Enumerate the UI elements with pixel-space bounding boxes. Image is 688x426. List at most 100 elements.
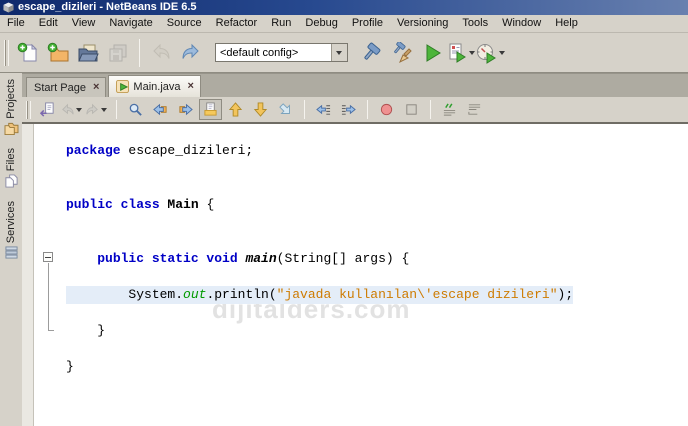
code-line-13[interactable]: } (66, 358, 688, 376)
editor-toolbar-grip[interactable] (26, 101, 31, 119)
close-tab-icon[interactable]: × (188, 81, 194, 92)
code-line-12[interactable] (66, 340, 688, 358)
code-area[interactable]: package escape_dizileri;public class Mai… (22, 124, 688, 376)
menu-source[interactable]: Source (160, 15, 209, 32)
sidebar-tab-projects[interactable]: Projects (4, 79, 19, 135)
last-edit-button[interactable] (36, 99, 59, 120)
projects-icon (4, 122, 19, 135)
find-button[interactable] (124, 99, 147, 120)
next-bookmark-button[interactable] (249, 99, 272, 120)
chevron-down-icon (336, 51, 342, 55)
new-file-button[interactable] (13, 38, 43, 68)
menu-debug[interactable]: Debug (298, 15, 344, 32)
redo-button[interactable] (176, 38, 206, 68)
sidebar-tab-label: Projects (5, 79, 17, 119)
java-main-class-icon (116, 80, 129, 93)
start-macro-recording-button[interactable] (375, 99, 398, 120)
profile-project-button[interactable] (477, 38, 507, 68)
find-next-button[interactable] (174, 99, 197, 120)
open-project-button[interactable] (73, 38, 103, 68)
new-project-button[interactable] (43, 38, 73, 68)
tab-start-page[interactable]: Start Page × (26, 77, 106, 97)
close-tab-icon[interactable]: × (93, 82, 99, 93)
debug-project-button[interactable] (447, 38, 477, 68)
back-icon (60, 102, 75, 117)
clean-build-icon (391, 42, 413, 64)
menu-help[interactable]: Help (548, 15, 585, 32)
code-line-5[interactable] (66, 214, 688, 232)
code-line-1[interactable]: package escape_dizileri; (66, 142, 688, 160)
stop-macro-icon (404, 102, 419, 117)
forward-button[interactable] (86, 99, 109, 120)
code-line-7[interactable]: public static void main(String[] args) { (66, 250, 688, 268)
toggle-bookmark-button[interactable] (274, 99, 297, 120)
toggle-highlight-search-button[interactable] (199, 99, 222, 120)
previous-bookmark-button[interactable] (224, 99, 247, 120)
code-line-6[interactable] (66, 232, 688, 250)
find-previous-button[interactable] (149, 99, 172, 120)
toolbar-grip[interactable] (4, 40, 9, 66)
shift-left-icon (316, 102, 331, 117)
forward-icon (85, 102, 100, 117)
combo-dropdown-button[interactable] (331, 44, 347, 61)
last-edit-icon (40, 102, 55, 117)
toolbar-separator (116, 100, 117, 119)
menu-profile[interactable]: Profile (345, 15, 390, 32)
menu-view[interactable]: View (65, 15, 103, 32)
menu-versioning[interactable]: Versioning (390, 15, 455, 32)
main-toolbar: <default config> (0, 33, 688, 73)
editor-toolbar (22, 97, 688, 124)
undo-button[interactable] (146, 38, 176, 68)
code-line-3[interactable] (66, 178, 688, 196)
sidebar-tab-services[interactable]: Services (4, 201, 19, 259)
window-title: escape_dizileri - NetBeans IDE 6.5 (18, 2, 197, 13)
dropdown-caret-icon (499, 51, 505, 55)
code-fold-toggle[interactable] (43, 252, 53, 262)
shift-line-right-button[interactable] (337, 99, 360, 120)
redo-icon (180, 42, 202, 64)
build-project-button[interactable] (357, 38, 387, 68)
code-line-4[interactable]: public class Main { (66, 196, 688, 214)
tab-main-java[interactable]: Main.java× (108, 75, 201, 97)
run-icon (421, 42, 443, 64)
code-line-9[interactable]: System.out.println("javada kullanılan\'e… (66, 286, 688, 304)
toolbar-separator (430, 100, 431, 119)
code-line-2[interactable] (66, 160, 688, 178)
shift-line-left-button[interactable] (312, 99, 335, 120)
config-combo[interactable]: <default config> (215, 43, 348, 62)
menu-navigate[interactable]: Navigate (102, 15, 159, 32)
run-project-button[interactable] (417, 38, 447, 68)
stop-macro-recording-button[interactable] (400, 99, 423, 120)
highlight-search-icon (203, 102, 218, 117)
menu-tools[interactable]: Tools (455, 15, 495, 32)
menu-file[interactable]: File (0, 15, 32, 32)
clean-build-button[interactable] (387, 38, 417, 68)
tab-label: Start Page (34, 82, 86, 94)
comment-button[interactable] (438, 99, 461, 120)
toolbar-separator (367, 100, 368, 119)
toggle-bookmark-icon (278, 102, 293, 117)
menu-refactor[interactable]: Refactor (209, 15, 265, 32)
menu-edit[interactable]: Edit (32, 15, 65, 32)
profile-icon (476, 42, 498, 64)
code-line-11[interactable]: } (66, 322, 688, 340)
next-bookmark-icon (253, 102, 268, 117)
debug-icon (446, 42, 468, 64)
back-button[interactable] (61, 99, 84, 120)
previous-bookmark-icon (228, 102, 243, 117)
left-sidebar: Projects Files Services (0, 73, 22, 426)
code-line-8[interactable] (66, 268, 688, 286)
document-tabrow: Start Page×Main.java× (22, 73, 688, 97)
menu-run[interactable]: Run (264, 15, 298, 32)
find-icon (128, 102, 143, 117)
netbeans-window: escape_dizileri - NetBeans IDE 6.5 FileE… (0, 0, 688, 426)
code-line-10[interactable] (66, 304, 688, 322)
save-all-button[interactable] (103, 38, 133, 68)
uncomment-button[interactable] (463, 99, 486, 120)
menu-window[interactable]: Window (495, 15, 548, 32)
code-fold-guide (48, 263, 54, 331)
titlebar[interactable]: escape_dizileri - NetBeans IDE 6.5 (0, 0, 688, 15)
sidebar-tab-files[interactable]: Files (4, 148, 19, 188)
code-editor[interactable]: dijitalders.com package escape_dizileri;… (22, 124, 688, 426)
dropdown-caret-icon (76, 108, 82, 112)
